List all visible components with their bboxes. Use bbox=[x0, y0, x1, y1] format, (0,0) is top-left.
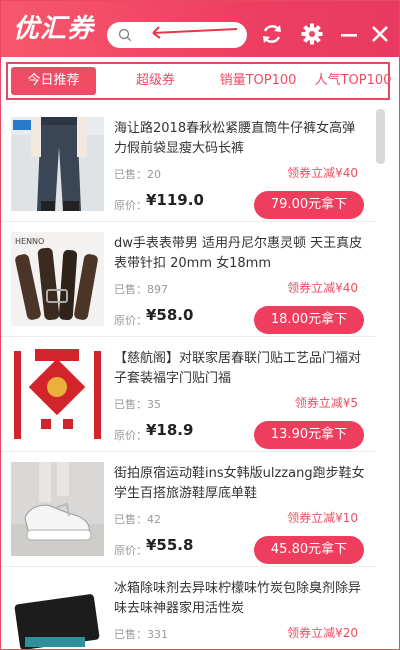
sold-value: 897 bbox=[147, 283, 168, 296]
sold-label: 已售： bbox=[114, 513, 147, 526]
sold-count: 已售：20 bbox=[114, 166, 161, 182]
sold-count: 已售：331 bbox=[114, 626, 168, 642]
tab-popular-top100[interactable]: 人气TOP100 bbox=[314, 67, 392, 95]
sneaker-image[interactable] bbox=[11, 462, 104, 556]
title-bar: 优汇券 bbox=[1, 1, 399, 57]
product-item[interactable]: HENNO dw手表表带男 适用丹尼尔惠灵顿 天王真皮表带针扣 20mm 女18… bbox=[1, 222, 376, 337]
buy-button[interactable]: 13.90元拿下 bbox=[254, 421, 364, 449]
product-title[interactable]: 冰箱除味剂去异味柠檬味竹炭包除臭剂除异味去味神器家用活性炭 bbox=[114, 579, 366, 619]
tab-super-coupon[interactable]: 超级券 bbox=[118, 67, 193, 95]
sold-label: 已售： bbox=[114, 283, 147, 296]
app-window: 优汇券 今日推荐 超级券 销量TOP100 人气TOP100 海让路2018春秋… bbox=[0, 0, 400, 650]
product-list[interactable]: 海让路2018春秋松紧腰直筒牛仔裤女高弹力假前袋显瘦大码长裤 已售：20 领券立… bbox=[1, 107, 399, 649]
product-item[interactable]: 【慈航阁】对联家居春联门贴工艺品门福对子套装福字门贴门福 已售：35 领券立减¥… bbox=[1, 337, 376, 452]
original-price-label: 原价： bbox=[114, 429, 147, 442]
product-title[interactable]: 街拍原宿运动鞋ins女韩版ulzzang跑步鞋女学生百搭旅游鞋厚底单鞋 bbox=[114, 464, 366, 504]
product-item[interactable]: 冰箱除味剂去异味柠檬味竹炭包除臭剂除异味去味神器家用活性炭 已售：331 领券立… bbox=[1, 567, 376, 649]
search-box[interactable] bbox=[107, 22, 247, 48]
buy-button[interactable]: 45.80元拿下 bbox=[254, 536, 364, 564]
tab-sales-top100[interactable]: 销量TOP100 bbox=[213, 67, 303, 95]
search-icon bbox=[118, 28, 132, 42]
original-price-label: 原价： bbox=[114, 314, 147, 327]
sold-count: 已售：42 bbox=[114, 511, 161, 527]
product-title[interactable]: 【慈航阁】对联家居春联门贴工艺品门福对子套装福字门贴门福 bbox=[114, 349, 366, 389]
original-price: ¥58.0 bbox=[146, 306, 194, 324]
product-title[interactable]: 海让路2018春秋松紧腰直筒牛仔裤女高弹力假前袋显瘦大码长裤 bbox=[114, 119, 366, 159]
minimize-icon[interactable] bbox=[337, 22, 361, 46]
gear-icon[interactable] bbox=[300, 22, 324, 46]
tab-today-recommend[interactable]: 今日推荐 bbox=[11, 67, 96, 95]
coupon-discount: 领券立减¥40 bbox=[287, 166, 358, 180]
sold-value: 35 bbox=[147, 398, 161, 411]
original-price: ¥18.9 bbox=[146, 421, 194, 439]
app-logo: 优汇券 bbox=[13, 14, 95, 44]
buy-button[interactable]: 18.00元拿下 bbox=[254, 306, 364, 334]
coupon-discount: 领券立减¥5 bbox=[294, 396, 358, 410]
sold-value: 20 bbox=[147, 168, 161, 181]
jeans-image[interactable] bbox=[11, 117, 104, 211]
category-tabs: 今日推荐 超级券 销量TOP100 人气TOP100 bbox=[6, 62, 392, 100]
original-price: ¥119.0 bbox=[146, 191, 204, 209]
watch-strap-image[interactable]: HENNO bbox=[11, 232, 104, 326]
svg-text:HENNO: HENNO bbox=[15, 237, 44, 246]
sold-label: 已售： bbox=[114, 168, 147, 181]
search-input[interactable] bbox=[139, 26, 243, 46]
sold-value: 331 bbox=[147, 628, 168, 641]
charcoal-image[interactable] bbox=[11, 577, 104, 649]
sold-label: 已售： bbox=[114, 398, 147, 411]
original-price-label: 原价： bbox=[114, 199, 147, 212]
buy-button[interactable]: 79.00元拿下 bbox=[254, 191, 364, 219]
sold-count: 已售：897 bbox=[114, 281, 168, 297]
coupon-discount: 领券立减¥20 bbox=[287, 626, 358, 640]
sold-count: 已售：35 bbox=[114, 396, 161, 412]
sold-label: 已售： bbox=[114, 628, 147, 641]
close-icon[interactable] bbox=[368, 22, 392, 46]
sold-value: 42 bbox=[147, 513, 161, 526]
product-item[interactable]: 街拍原宿运动鞋ins女韩版ulzzang跑步鞋女学生百搭旅游鞋厚底单鞋 已售：4… bbox=[1, 452, 376, 567]
original-price: ¥55.8 bbox=[146, 536, 194, 554]
scrollbar-thumb[interactable] bbox=[376, 109, 385, 164]
product-title[interactable]: dw手表表带男 适用丹尼尔惠灵顿 天王真皮表带针扣 20mm 女18mm bbox=[114, 234, 366, 274]
coupon-discount: 领券立减¥40 bbox=[287, 281, 358, 295]
refresh-icon[interactable] bbox=[260, 22, 284, 46]
couplet-image[interactable] bbox=[11, 347, 104, 441]
coupon-discount: 领券立减¥10 bbox=[287, 511, 358, 525]
product-item[interactable]: 海让路2018春秋松紧腰直筒牛仔裤女高弹力假前袋显瘦大码长裤 已售：20 领券立… bbox=[1, 107, 376, 222]
original-price-label: 原价： bbox=[114, 544, 147, 557]
